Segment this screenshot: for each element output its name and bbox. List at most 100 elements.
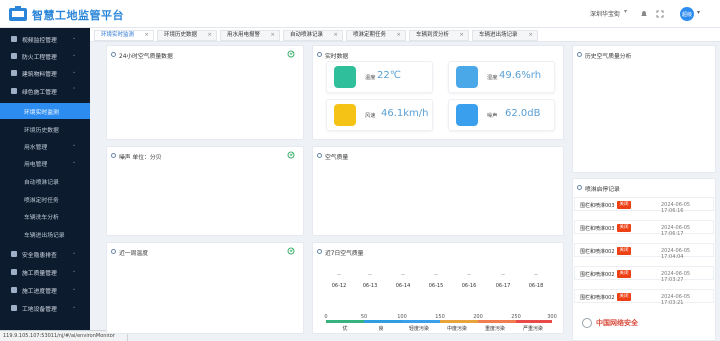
fire-icon [11,53,17,59]
refresh-icon[interactable] [287,151,295,159]
sidebar: 视频监控管理 ⌄ 防火工程管理 ⌄ 建筑物料管理 ⌄ 绿色施工管理 ⌃ 环境实时监测 环… [0,28,90,341]
humidity-icon [456,66,478,88]
aqi-label: 重度污染 [484,326,505,332]
list-item: 围栏和喷淋003 关闭 2024-06-05 17:06:17 [574,220,714,237]
tab-car-analysis[interactable]: 车辆到货分析 × [409,30,469,41]
forecast-date: 06-15 [428,283,444,289]
forecast-value: -- [501,272,505,278]
avatar[interactable]: 超级 [680,7,694,21]
video-icon [11,36,17,42]
card-noise: 噪声 单位：分贝 [106,146,304,236]
card-air-quality: 空气质量 [312,146,564,236]
card-title-icon [577,185,582,190]
card-title-icon [317,52,322,57]
aqi-band [478,320,516,323]
quality-icon [11,269,17,275]
aqi-band [364,320,402,323]
sidebar-item-water[interactable]: 用水管理 ⌄ [0,138,90,154]
aqi-band [440,320,478,323]
sidebar-item-material[interactable]: 建筑物料管理 ⌄ [0,65,90,81]
close-icon[interactable]: × [396,31,401,40]
status-badge: 关闭 [617,201,631,209]
shield-icon [11,251,17,257]
tab-spray-task[interactable]: 喷淋定期任务 × [346,30,406,41]
tab-env-history[interactable]: 环境历史数据 × [157,30,217,41]
card-title-icon [111,153,116,158]
forecast-date: 06-12 [331,283,347,289]
sidebar-item-car-records[interactable]: 车辆进出场记录 [0,226,90,242]
aqi-band [516,320,552,323]
bell-icon[interactable] [640,10,648,18]
sidebar-item-auto-spray[interactable]: 自动喷淋记录 [0,173,90,189]
tab-bar: 环境实时监测 × 环境历史数据 × 用水用电报警 × 自动喷淋记录 × 喷淋定期任务 × … [90,28,720,42]
close-icon[interactable]: × [333,31,338,40]
sidebar-item-safety[interactable]: 安全隐患排查 ⌄ [0,246,90,262]
forecast-value: -- [534,272,538,278]
forecast-date: 06-16 [461,283,477,289]
forecast-date: 06-13 [362,283,378,289]
card-title-icon [317,153,322,158]
watermark: 中国网络安全 [596,319,638,327]
aqi-band [326,320,364,323]
sidebar-item-env-history[interactable]: 环境历史数据 [0,121,90,137]
refresh-icon[interactable] [287,50,295,58]
forecast-date: 06-17 [495,283,511,289]
tab-car-records[interactable]: 车辆进出场记录 × [472,30,538,41]
top-bar: 智慧工地监管平台 深圳华宝街 ▾ 超级 ▾ [0,0,720,28]
forecast-value: -- [401,272,405,278]
sidebar-item-spray-task[interactable]: 喷淋定时任务 [0,191,90,207]
card-24h-air: 24小时空气质量数据 [106,45,304,140]
fullscreen-icon[interactable] [656,10,664,18]
tab-env-realtime[interactable]: 环境实时监测 × [94,30,154,41]
sidebar-item-progress[interactable]: 施工进度管理 ⌄ [0,282,90,298]
tab-water-power[interactable]: 用水用电报警 × [220,30,280,41]
list-item: 围栏和喷淋002 关闭 2024-06-05 17:03:21 [574,289,714,306]
forecast-value: -- [368,272,372,278]
progress-icon [11,287,17,293]
status-badge: 关闭 [617,293,631,301]
close-icon[interactable]: × [528,31,533,40]
company-selector[interactable]: 深圳华宝街 [590,9,620,18]
card-title-icon [577,52,582,57]
close-icon[interactable]: × [270,31,275,40]
refresh-icon[interactable] [287,247,295,255]
platform-logo-icon [9,6,27,21]
card-title-icon [317,249,322,254]
leaf-icon [11,88,17,94]
tile-temperature: 温度 22℃ [326,61,433,93]
forecast-date: 06-18 [528,283,544,289]
sidebar-item-quality[interactable]: 施工质量管理 ⌄ [0,264,90,280]
sidebar-item-video[interactable]: 视频监控管理 ⌄ [0,31,90,47]
forecast-value: -- [337,272,341,278]
watermark-logo-icon [582,318,592,328]
status-badge: 关闭 [617,247,631,255]
user-menu-caret[interactable]: ▾ [697,9,700,16]
chevron-down-icon[interactable]: ▾ [624,8,627,15]
sidebar-item-equipment[interactable]: 工地设备管理 ⌄ [0,300,90,316]
tile-wind: 风速 46.1km/h [326,99,433,131]
sidebar-item-power[interactable]: 用电管理 ⌄ [0,155,90,171]
sidebar-item-car-wash[interactable]: 车辆洗车分析 [0,208,90,224]
status-badge: 关闭 [617,224,631,232]
thermometer-icon [334,66,356,88]
forecast-value: -- [467,272,471,278]
forecast-value: -- [434,272,438,278]
aqi-label: 优 [342,326,348,332]
card-title-icon [111,52,116,57]
tab-auto-spray[interactable]: 自动喷淋记录 × [283,30,343,41]
card-title-icon [111,249,116,254]
aqi-label: 中度污染 [446,326,467,332]
sidebar-item-fire[interactable]: 防火工程管理 ⌄ [0,48,90,64]
forecast-date: 06-14 [395,283,411,289]
tile-noise: 噪声 62.0dB [448,99,555,131]
card-history-air: 历史空气质量分析 [572,45,716,173]
equipment-icon [11,305,17,311]
close-icon[interactable]: × [207,31,212,40]
close-icon[interactable]: × [144,31,149,40]
aqi-band [402,320,440,323]
sidebar-item-env-realtime[interactable]: 环境实时监测 [0,103,90,119]
material-icon [11,70,17,76]
sidebar-item-green[interactable]: 绿色施工管理 ⌃ [0,83,90,99]
close-icon[interactable]: × [459,31,464,40]
list-item: 围栏和喷淋003 关闭 2024-06-05 17:06:16 [574,197,714,214]
